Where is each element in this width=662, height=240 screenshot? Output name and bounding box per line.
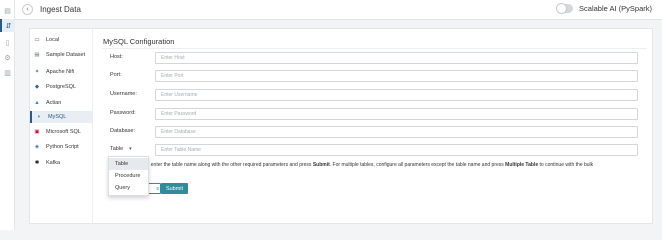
source-item-local[interactable]: ▭ Local	[30, 34, 93, 46]
source-item-postgresql[interactable]: ◆ PostgreSQL	[30, 81, 93, 93]
source-item-python-script[interactable]: ◈ Python Script	[30, 141, 93, 153]
dropdown-option-procedure[interactable]: Procedure	[109, 170, 148, 182]
source-item-actian[interactable]: ▲ Actian	[30, 97, 93, 109]
source-label: Actian	[46, 100, 62, 106]
document-icon[interactable]: ▯	[0, 36, 15, 49]
dropdown-option-query[interactable]: Query	[109, 182, 148, 194]
chevron-down-icon: ▾	[129, 146, 132, 152]
info-text: , enter the table name along with the ot…	[148, 162, 594, 168]
host-input[interactable]: Enter Host	[155, 52, 638, 64]
source-label: MySQL	[48, 114, 67, 120]
source-item-apache-nifi[interactable]: ✦ Apache Nifi	[30, 66, 93, 78]
local-icon: ▭	[34, 37, 40, 43]
table-name-input[interactable]: Enter Table Name	[155, 144, 638, 156]
source-label: Python Script	[46, 144, 79, 150]
port-label: Port:	[110, 72, 122, 78]
source-label: PostgreSQL	[46, 84, 76, 90]
mysql-icon: ◗	[37, 114, 41, 120]
scalable-ai-toggle-group: Scalable AI (PySpark)	[556, 3, 652, 14]
toggle-label: Scalable AI (PySpark)	[579, 4, 652, 13]
submit-button[interactable]: Submit	[161, 183, 188, 194]
dataset-icon: ▤	[34, 52, 40, 58]
database-label: Database:	[110, 128, 136, 134]
password-label: Password:	[110, 110, 136, 116]
actian-icon: ▲	[34, 100, 40, 106]
source-item-sample-dataset[interactable]: ▤ Sample Dataset	[30, 49, 93, 61]
source-label: Apache Nifi	[46, 69, 75, 75]
mssql-icon: ▣	[34, 129, 40, 135]
source-item-kafka[interactable]: ✱ Kafka	[30, 157, 93, 169]
database-input[interactable]: Enter Database	[155, 126, 638, 138]
settings-icon[interactable]: ⚙	[0, 51, 15, 64]
table-type-dropdown: Table Procedure Query	[108, 156, 149, 196]
chart-icon[interactable]: ▥	[0, 66, 15, 79]
ingest-icon[interactable]: ⇵	[0, 19, 15, 32]
source-item-mysql[interactable]: ◗ MySQL	[30, 111, 93, 123]
source-list: ▭ Local ▤ Sample Dataset ✦ Apache Nifi ◆…	[30, 29, 93, 225]
source-label: Sample Dataset	[46, 52, 86, 58]
scalable-ai-toggle[interactable]	[556, 3, 574, 14]
source-label: Kafka	[46, 160, 61, 166]
kafka-icon: ✱	[34, 160, 40, 166]
python-icon: ◈	[34, 144, 40, 150]
source-item-microsoft-sql[interactable]: ▣ Microsoft SQL	[30, 126, 93, 138]
source-label: Local	[46, 37, 60, 43]
source-label: Microsoft SQL	[46, 129, 81, 135]
page-header: ‹ Ingest Data Scalable AI (PySpark)	[15, 0, 662, 20]
host-label: Host:	[110, 54, 123, 60]
port-input[interactable]: Enter Port	[155, 70, 638, 82]
password-input[interactable]: Enter Password	[155, 108, 638, 120]
table-type-select[interactable]: Table ▾	[110, 146, 132, 152]
page-title: Ingest Data	[40, 5, 81, 14]
divider	[102, 48, 647, 49]
dropdown-option-table[interactable]: Table	[109, 158, 148, 170]
toggle-knob	[556, 3, 568, 14]
nifi-icon: ✦	[34, 69, 40, 75]
postgresql-icon: ◆	[34, 84, 40, 90]
username-input[interactable]: Enter Username	[155, 89, 638, 101]
chevron-left-icon: ‹	[26, 6, 29, 13]
table-type-value: Table	[110, 146, 124, 152]
form-title: MySQL Configuration	[103, 37, 175, 46]
back-button[interactable]: ‹	[22, 4, 33, 15]
icon-rail: ▤ ⇵ ▯ ⚙ ▥	[0, 0, 15, 230]
username-label: Username:	[110, 91, 137, 97]
grid-icon[interactable]: ▤	[0, 4, 15, 17]
